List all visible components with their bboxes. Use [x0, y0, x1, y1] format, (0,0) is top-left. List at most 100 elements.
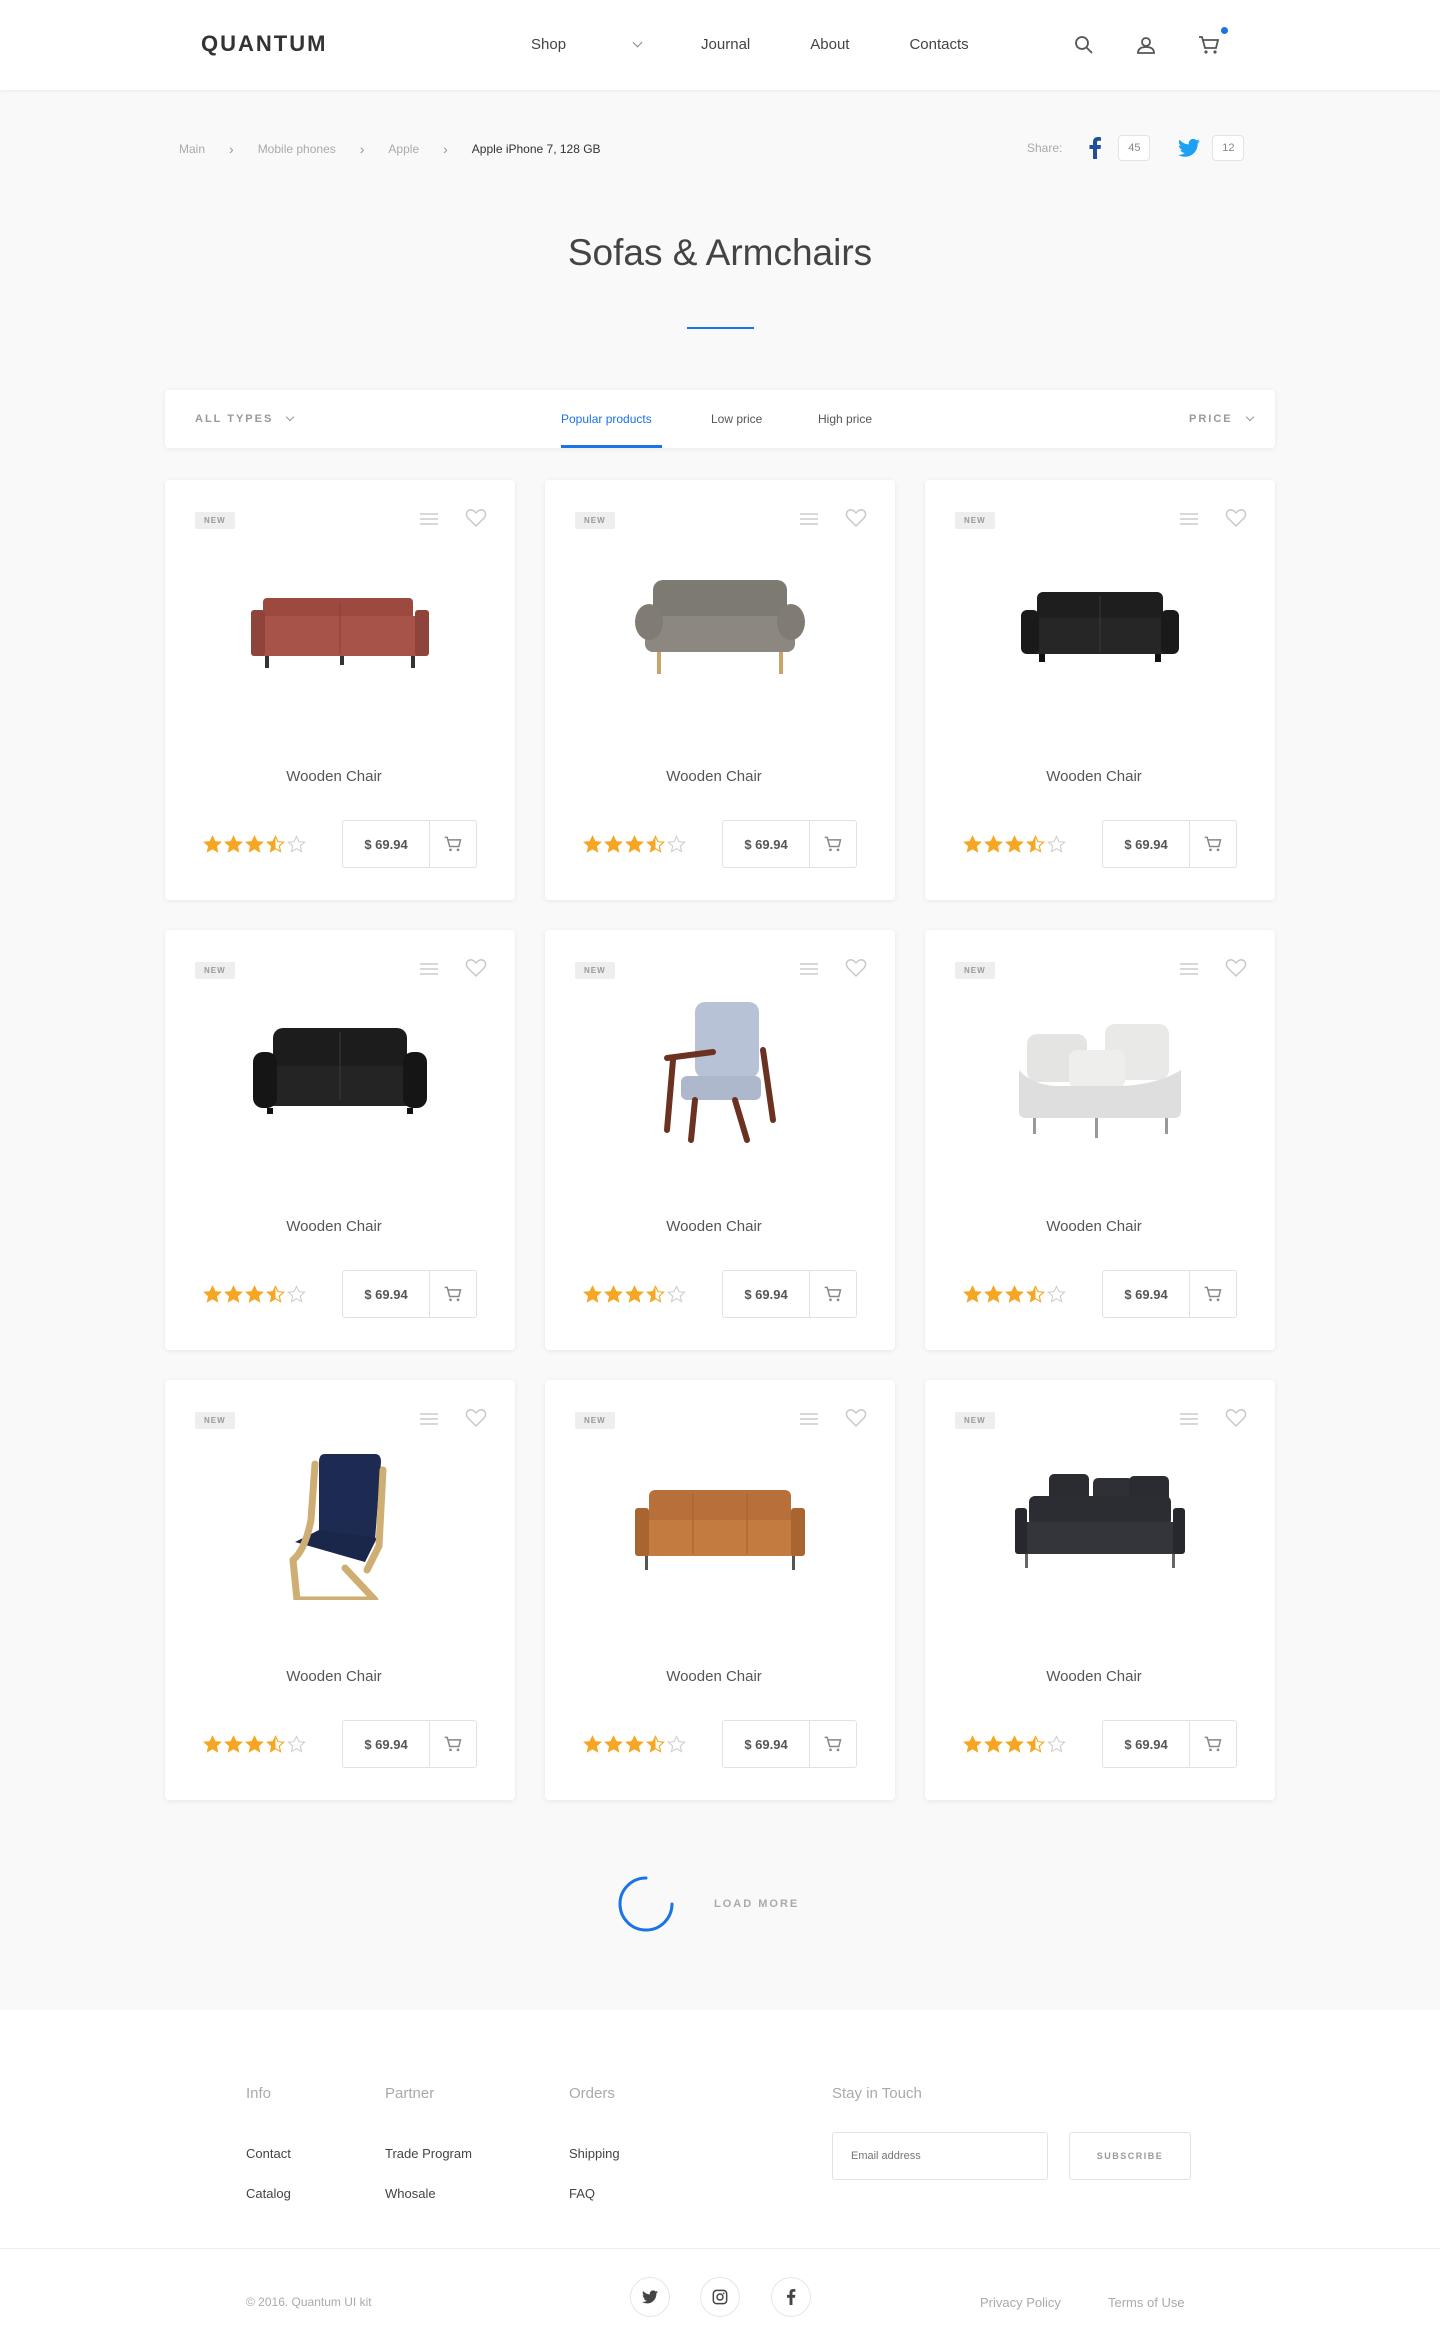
product-name[interactable]: Wooden Chair	[545, 1668, 895, 1685]
new-badge: NEW	[195, 962, 235, 979]
product-name[interactable]: Wooden Chair	[545, 768, 895, 785]
footer-link-contact[interactable]: Contact	[246, 2146, 291, 2161]
tab-popular-products[interactable]: Popular products	[561, 412, 652, 426]
add-to-cart-button[interactable]	[430, 1721, 476, 1767]
product-card[interactable]: NEW Wooden Chair $ 69.94	[545, 480, 895, 900]
heart-icon[interactable]	[1225, 958, 1247, 978]
rating-stars	[963, 1285, 1068, 1304]
price-dropdown[interactable]: PRICE	[1189, 412, 1254, 425]
footer-divider	[0, 2248, 1440, 2249]
list-icon[interactable]	[800, 512, 818, 526]
product-card[interactable]: NEW Wooden Chair $ 69.94	[545, 930, 895, 1350]
user-icon[interactable]	[1134, 33, 1158, 57]
product-name[interactable]: Wooden Chair	[545, 1218, 895, 1235]
footer-link-shipping[interactable]: Shipping	[569, 2146, 620, 2161]
product-card[interactable]: NEW Wooden Chair $ 69.94	[165, 930, 515, 1350]
breadcrumb-item[interactable]: Apple	[388, 142, 419, 156]
list-icon[interactable]	[420, 962, 438, 976]
email-field[interactable]	[832, 2132, 1048, 2180]
product-name[interactable]: Wooden Chair	[925, 1668, 1275, 1685]
list-icon[interactable]	[420, 1412, 438, 1426]
list-icon[interactable]	[420, 512, 438, 526]
nav-item-contacts[interactable]: Contacts	[909, 36, 968, 53]
heart-icon[interactable]	[845, 958, 867, 978]
product-image[interactable]	[975, 550, 1225, 700]
list-icon[interactable]	[800, 1412, 818, 1426]
add-to-cart-button[interactable]	[1190, 821, 1236, 867]
star-icon	[224, 1285, 243, 1303]
product-card[interactable]: NEW Wooden Chair $ 69.94	[925, 480, 1275, 900]
facebook-icon[interactable]	[1088, 137, 1102, 159]
search-icon[interactable]	[1072, 33, 1096, 57]
product-image[interactable]	[215, 1450, 465, 1600]
product-name[interactable]: Wooden Chair	[925, 768, 1275, 785]
add-to-cart-button[interactable]	[810, 821, 856, 867]
nav-item-shop[interactable]: Shop	[531, 36, 643, 53]
terms-of-use-link[interactable]: Terms of Use	[1108, 2295, 1185, 2310]
tab-low-price[interactable]: Low price	[711, 412, 762, 426]
cart-icon	[1204, 1736, 1222, 1752]
load-more-button[interactable]: LOAD MORE	[714, 1898, 799, 1910]
list-icon[interactable]	[1180, 962, 1198, 976]
breadcrumb-item[interactable]: Mobile phones	[258, 142, 336, 156]
heart-icon[interactable]	[1225, 1408, 1247, 1428]
heart-icon[interactable]	[845, 1408, 867, 1428]
new-badge: NEW	[575, 1412, 615, 1429]
star-icon	[203, 835, 222, 853]
heart-icon[interactable]	[1225, 508, 1247, 528]
logo[interactable]: QUANTUM	[201, 31, 327, 57]
heart-icon[interactable]	[465, 1408, 487, 1428]
list-icon[interactable]	[1180, 1412, 1198, 1426]
footer-link-faq[interactable]: FAQ	[569, 2186, 595, 2201]
product-image[interactable]	[595, 550, 845, 700]
star-icon	[245, 1735, 264, 1753]
add-to-cart-button[interactable]	[430, 821, 476, 867]
product-card[interactable]: NEW Wooden Chair $ 69.94	[925, 930, 1275, 1350]
active-tab-indicator	[561, 445, 662, 448]
heart-icon[interactable]	[465, 958, 487, 978]
footer-link-trade-program[interactable]: Trade Program	[385, 2146, 472, 2161]
add-to-cart-button[interactable]	[810, 1271, 856, 1317]
product-name[interactable]: Wooden Chair	[165, 1668, 515, 1685]
add-to-cart-button[interactable]	[810, 1721, 856, 1767]
heart-icon[interactable]	[845, 508, 867, 528]
product-image[interactable]	[215, 1000, 465, 1150]
add-to-cart-button[interactable]	[430, 1271, 476, 1317]
star-icon	[646, 835, 665, 853]
newsletter-title: Stay in Touch	[832, 2085, 922, 2102]
nav-item-journal[interactable]: Journal	[701, 36, 750, 53]
twitter-icon[interactable]	[630, 2277, 670, 2317]
product-image[interactable]	[595, 1000, 845, 1150]
subscribe-button[interactable]: SUBSCRIBE	[1069, 2132, 1191, 2180]
list-icon[interactable]	[1180, 512, 1198, 526]
instagram-icon[interactable]	[700, 2277, 740, 2317]
add-to-cart-button[interactable]	[1190, 1271, 1236, 1317]
product-card[interactable]: NEW Wooden Chair $ 69.94	[925, 1380, 1275, 1800]
cart-icon	[444, 836, 462, 852]
privacy-policy-link[interactable]: Privacy Policy	[980, 2295, 1061, 2310]
footer-link-whosale[interactable]: Whosale	[385, 2186, 436, 2201]
product-image[interactable]	[975, 1450, 1225, 1600]
footer-link-catalog[interactable]: Catalog	[246, 2186, 291, 2201]
nav-item-about[interactable]: About	[810, 36, 849, 53]
product-image[interactable]	[215, 550, 465, 700]
product-card[interactable]: NEW Wooden Chair $ 69.94	[165, 1380, 515, 1800]
main-nav: Shop Journal About Contacts	[531, 36, 1029, 53]
product-image[interactable]	[595, 1450, 845, 1600]
heart-icon[interactable]	[465, 508, 487, 528]
cart-icon[interactable]	[1197, 33, 1221, 57]
list-icon[interactable]	[800, 962, 818, 976]
product-card[interactable]: NEW Wooden Chair $ 69.94	[165, 480, 515, 900]
product-name[interactable]: Wooden Chair	[165, 1218, 515, 1235]
product-name[interactable]: Wooden Chair	[165, 768, 515, 785]
twitter-icon[interactable]	[1178, 138, 1201, 158]
add-to-cart-button[interactable]	[1190, 1721, 1236, 1767]
product-card[interactable]: NEW Wooden Chair $ 69.94	[545, 1380, 895, 1800]
facebook-icon[interactable]	[771, 2277, 811, 2317]
product-image[interactable]	[975, 1000, 1225, 1150]
product-name[interactable]: Wooden Chair	[925, 1218, 1275, 1235]
price-box: $ 69.94	[1102, 1270, 1237, 1318]
tab-high-price[interactable]: High price	[818, 412, 872, 426]
all-types-dropdown[interactable]: ALL TYPES	[195, 412, 295, 425]
breadcrumb-item[interactable]: Main	[179, 142, 205, 156]
